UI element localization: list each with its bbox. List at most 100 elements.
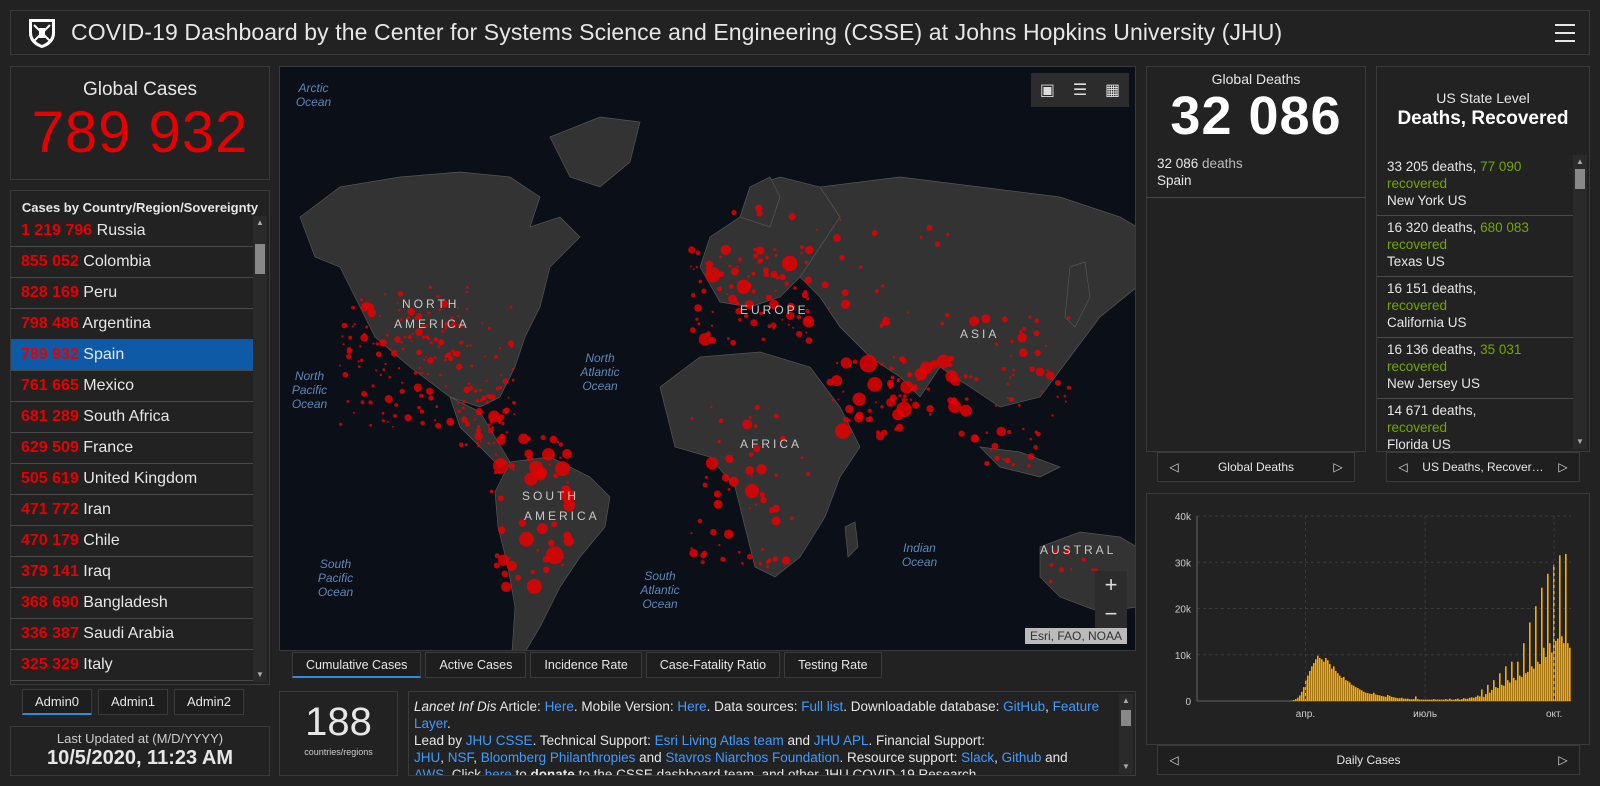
case-marker[interactable] <box>849 431 853 434</box>
case-marker[interactable] <box>690 547 693 550</box>
tab-active-cases[interactable]: Active Cases <box>425 652 527 678</box>
case-marker[interactable] <box>700 560 705 565</box>
case-marker[interactable] <box>737 550 741 554</box>
case-marker[interactable] <box>1056 395 1059 398</box>
case-marker[interactable] <box>341 335 344 338</box>
case-marker[interactable] <box>831 398 834 402</box>
case-marker[interactable] <box>719 255 722 259</box>
case-marker[interactable] <box>1048 579 1053 584</box>
case-marker[interactable] <box>413 371 418 375</box>
case-marker[interactable] <box>926 387 930 391</box>
case-marker[interactable] <box>804 318 809 323</box>
case-marker[interactable] <box>1029 366 1035 372</box>
case-marker[interactable] <box>867 408 872 413</box>
case-marker[interactable] <box>741 561 744 565</box>
case-marker[interactable] <box>494 354 499 359</box>
case-marker[interactable] <box>363 301 370 308</box>
case-marker[interactable] <box>772 556 779 562</box>
case-marker[interactable] <box>396 302 399 305</box>
case-marker[interactable] <box>1017 404 1021 407</box>
case-marker[interactable] <box>1045 344 1047 347</box>
case-marker[interactable] <box>721 474 730 482</box>
case-marker[interactable] <box>839 255 845 261</box>
case-marker[interactable] <box>558 442 564 447</box>
case-marker[interactable] <box>1064 400 1067 403</box>
case-marker[interactable] <box>1027 464 1031 468</box>
us-state-list-item[interactable]: 16 320 deaths, 680 083 recovered Texas US <box>1377 216 1573 277</box>
case-marker[interactable] <box>399 388 405 394</box>
case-marker[interactable] <box>365 325 369 329</box>
case-marker[interactable] <box>1020 340 1022 343</box>
case-marker[interactable] <box>689 548 698 558</box>
case-marker[interactable] <box>501 531 504 534</box>
country-list-item[interactable]: 828 169 Peru <box>11 278 253 309</box>
case-marker[interactable] <box>1010 339 1014 343</box>
case-marker[interactable] <box>756 246 765 255</box>
case-marker[interactable] <box>779 273 786 281</box>
country-list-item[interactable]: 789 932 Spain <box>11 340 253 371</box>
case-marker[interactable] <box>530 569 536 575</box>
case-marker[interactable] <box>951 398 957 405</box>
case-marker[interactable] <box>852 392 866 406</box>
case-marker[interactable] <box>887 379 894 387</box>
scroll-down-icon[interactable]: ▼ <box>255 670 265 680</box>
case-marker[interactable] <box>917 378 921 382</box>
case-marker[interactable] <box>806 471 811 477</box>
case-marker[interactable] <box>444 358 447 362</box>
case-marker[interactable] <box>418 371 421 374</box>
case-marker[interactable] <box>403 336 406 339</box>
case-marker[interactable] <box>690 532 693 535</box>
case-marker[interactable] <box>486 394 489 397</box>
scroll-thumb[interactable] <box>1121 710 1131 726</box>
country-list-item[interactable]: 1 219 796 Russia <box>11 216 253 247</box>
case-marker[interactable] <box>912 401 920 409</box>
case-marker[interactable] <box>509 305 513 309</box>
case-marker[interactable] <box>339 422 343 426</box>
case-marker[interactable] <box>555 461 570 476</box>
case-marker[interactable] <box>501 421 505 426</box>
case-marker[interactable] <box>964 397 969 401</box>
us-state-list-item[interactable]: 16 136 deaths, 35 031 recovered New Jersey… <box>1377 338 1573 399</box>
bookmark-icon[interactable]: ▣ <box>1040 80 1055 100</box>
case-marker[interactable] <box>487 427 494 434</box>
case-marker[interactable] <box>426 387 434 395</box>
case-marker[interactable] <box>384 362 387 366</box>
case-marker[interactable] <box>456 401 460 404</box>
case-marker[interactable] <box>496 435 506 445</box>
case-marker[interactable] <box>1055 380 1061 386</box>
case-marker[interactable] <box>700 552 707 559</box>
case-marker[interactable] <box>448 356 454 362</box>
case-marker[interactable] <box>909 398 913 401</box>
link-aws[interactable]: AWS <box>414 767 444 775</box>
case-marker[interactable] <box>559 456 562 459</box>
case-marker[interactable] <box>757 258 762 262</box>
case-marker[interactable] <box>748 507 751 510</box>
case-marker[interactable] <box>433 337 438 342</box>
case-marker[interactable] <box>507 340 514 347</box>
case-marker[interactable] <box>1012 373 1015 377</box>
case-marker[interactable] <box>711 310 714 314</box>
case-marker[interactable] <box>561 563 564 567</box>
case-marker[interactable] <box>1006 396 1010 400</box>
case-marker[interactable] <box>896 378 901 383</box>
case-marker[interactable] <box>477 444 481 448</box>
case-marker[interactable] <box>804 260 808 265</box>
case-marker[interactable] <box>459 340 464 345</box>
case-marker[interactable] <box>900 380 914 394</box>
case-marker[interactable] <box>467 382 471 386</box>
us-state-scrollbar[interactable]: ▲ ▼ <box>1573 155 1587 449</box>
case-marker[interactable] <box>801 291 809 299</box>
case-marker[interactable] <box>890 376 894 380</box>
case-marker[interactable] <box>903 394 907 399</box>
case-marker[interactable] <box>835 423 851 439</box>
case-marker[interactable] <box>926 405 934 413</box>
case-marker[interactable] <box>807 250 811 254</box>
case-marker[interactable] <box>907 311 909 314</box>
case-marker[interactable] <box>804 276 812 284</box>
country-list-item[interactable]: 629 509 France <box>11 433 253 464</box>
case-marker[interactable] <box>549 435 558 444</box>
case-marker[interactable] <box>457 409 461 414</box>
case-marker[interactable] <box>511 367 514 370</box>
case-marker[interactable] <box>688 246 696 254</box>
scroll-thumb[interactable] <box>255 244 265 274</box>
